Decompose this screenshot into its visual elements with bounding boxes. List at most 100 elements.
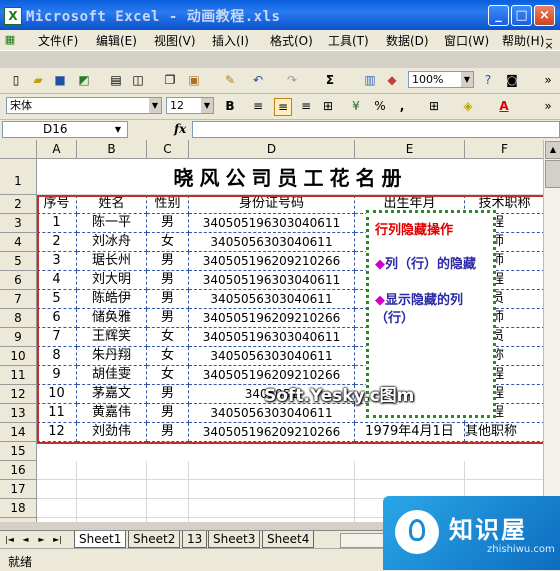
autosum-icon[interactable]: Σ [322, 72, 338, 88]
scroll-thumb[interactable] [545, 160, 560, 188]
empty-cell[interactable] [465, 461, 545, 480]
table-cell[interactable]: 储奂雅 [77, 309, 147, 328]
name-box[interactable]: D16 ▼ [2, 121, 128, 138]
format-painter-icon[interactable]: ✎ [222, 72, 238, 88]
percent-button[interactable]: % [372, 98, 388, 114]
row-header[interactable]: 6 [0, 271, 37, 290]
table-cell[interactable]: 王辉笑 [77, 328, 147, 347]
empty-cell[interactable] [147, 461, 189, 480]
save-icon[interactable]: ■ [52, 72, 68, 88]
last-sheet-icon[interactable]: ►| [52, 534, 63, 546]
bold-button[interactable]: B [222, 98, 238, 114]
table-cell[interactable]: 刘冰舟 [77, 233, 147, 252]
table-cell[interactable]: 男 [147, 385, 189, 404]
table-cell[interactable]: 340505196303040611 [189, 271, 355, 290]
column-title[interactable]: 序号 [37, 195, 77, 214]
empty-cell[interactable] [37, 461, 77, 480]
table-cell[interactable]: 黄嘉伟 [77, 404, 147, 423]
table-cell[interactable]: 8 [37, 347, 77, 366]
new-icon[interactable]: ▯ [8, 72, 24, 88]
instruction-item-hide[interactable]: ◆列（行）的隐藏 [375, 256, 487, 274]
menu-format[interactable]: 格式(O) [270, 32, 313, 49]
row-header[interactable]: 18 [0, 499, 37, 518]
menu-window[interactable]: 窗口(W) [444, 32, 489, 49]
vertical-scrollbar[interactable]: ▲ [543, 140, 560, 522]
table-cell[interactable]: 男 [147, 252, 189, 271]
font-select[interactable]: 宋体 ▼ [6, 97, 162, 114]
undo-icon[interactable]: ↶ [250, 72, 266, 88]
formula-input[interactable] [192, 121, 560, 138]
table-cell[interactable]: 7 [37, 328, 77, 347]
tab-sheet2[interactable]: Sheet2 [128, 531, 181, 548]
table-cell[interactable]: 3 [37, 252, 77, 271]
row-header[interactable]: 9 [0, 328, 37, 347]
row-header[interactable]: 14 [0, 423, 37, 442]
first-sheet-icon[interactable]: |◄ [4, 534, 15, 546]
maximize-button[interactable]: □ [511, 5, 532, 26]
table-cell[interactable]: 6 [37, 309, 77, 328]
table-cell[interactable]: 女 [147, 366, 189, 385]
table-cell[interactable]: 4 [37, 271, 77, 290]
table-cell[interactable]: 12 [37, 423, 77, 442]
table-cell[interactable]: 340505196303040611 [189, 214, 355, 233]
empty-cell[interactable] [37, 518, 77, 522]
select-all-corner[interactable] [0, 140, 37, 159]
tab-sheet4[interactable]: Sheet4 [262, 531, 315, 548]
merge-center-icon[interactable]: ⊞ [320, 98, 336, 114]
table-cell[interactable]: 陈一平 [77, 214, 147, 233]
zoom-select[interactable]: 100% ▼ [408, 71, 474, 88]
empty-cell[interactable] [147, 518, 189, 522]
comma-button[interactable]: , [394, 98, 410, 114]
minimize-button[interactable]: _ [488, 5, 509, 26]
copy-icon[interactable]: ❐ [162, 72, 178, 88]
row-header[interactable]: 8 [0, 309, 37, 328]
table-cell[interactable]: 男 [147, 214, 189, 233]
open-icon[interactable]: ▰ [30, 72, 46, 88]
table-cell[interactable]: 茅嘉文 [77, 385, 147, 404]
align-left-icon[interactable]: ≡ [250, 98, 266, 114]
excel-icon[interactable]: X [4, 7, 22, 25]
table-cell[interactable]: 朱丹翔 [77, 347, 147, 366]
table-cell[interactable]: 10 [37, 385, 77, 404]
row-header[interactable]: 13 [0, 404, 37, 423]
column-header-c[interactable]: C [147, 140, 189, 159]
row-header[interactable]: 2 [0, 195, 37, 214]
fill-color-icon[interactable]: ◈ [460, 98, 476, 114]
table-cell[interactable]: 340505630304061​1 [189, 233, 355, 252]
table-cell[interactable]: 胡佳雯 [77, 366, 147, 385]
table-cell[interactable]: 其他职称 [465, 423, 545, 442]
table-cell[interactable]: 男 [147, 423, 189, 442]
instruction-item-show[interactable]: ◆显示隐藏的列（行） [375, 292, 487, 328]
drawing-icon[interactable]: ◆ [384, 72, 400, 88]
column-title[interactable]: 性别 [147, 195, 189, 214]
print-icon[interactable]: ▤ [108, 72, 124, 88]
empty-cell[interactable] [77, 499, 147, 518]
table-cell[interactable]: 男 [147, 309, 189, 328]
empty-cell[interactable] [77, 461, 147, 480]
font-size-select[interactable]: 12 ▼ [166, 97, 214, 114]
scroll-up-icon[interactable]: ▲ [545, 141, 560, 159]
font-color-button[interactable]: A [496, 98, 512, 114]
column-header-a[interactable]: A [37, 140, 77, 159]
row-header[interactable]: 10 [0, 347, 37, 366]
table-cell[interactable]: 340505196209210266 [189, 252, 355, 271]
empty-cell[interactable] [147, 480, 189, 499]
close-button[interactable]: × [534, 5, 555, 26]
currency-icon[interactable]: ¥ [348, 98, 364, 114]
column-header-f[interactable]: F [465, 140, 545, 159]
menu-file[interactable]: 文件(F) [38, 32, 78, 49]
empty-cell[interactable] [77, 518, 147, 522]
table-cell[interactable]: 刘劲伟 [77, 423, 147, 442]
borders-icon[interactable]: ⊞ [426, 98, 442, 114]
row-header[interactable]: 15 [0, 442, 37, 461]
function-icon[interactable]: fx [174, 122, 186, 136]
align-center-icon[interactable]: ≡ [274, 98, 292, 116]
table-cell[interactable]: 男 [147, 404, 189, 423]
paste-icon[interactable]: ▣ [186, 72, 202, 88]
sheet-title[interactable]: 晓风公司员工花名册 [37, 159, 545, 195]
empty-cell[interactable] [189, 518, 355, 522]
table-cell[interactable]: 340505630304061​1 [189, 404, 355, 423]
table-cell[interactable]: 刘大明 [77, 271, 147, 290]
empty-cell[interactable] [37, 480, 77, 499]
menu-view[interactable]: 视图(V) [154, 32, 196, 49]
